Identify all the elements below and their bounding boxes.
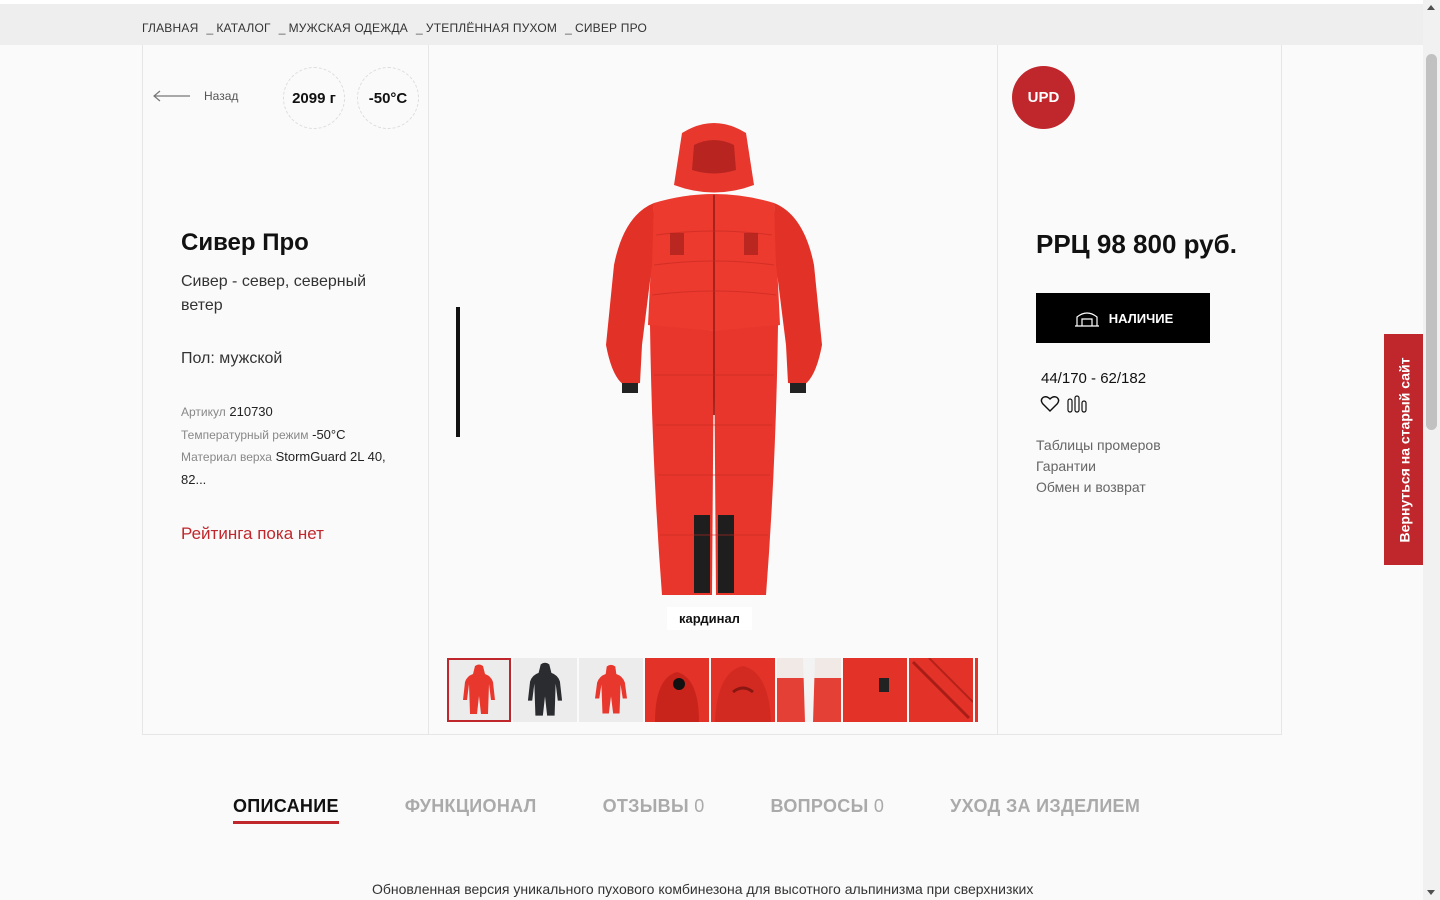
purchase-column: UPD РРЦ 98 800 руб. НАЛИЧИЕ 44/170 - 62/… — [998, 45, 1282, 734]
stock-button-label: НАЛИЧИЕ — [1108, 310, 1174, 326]
breadcrumb: ГЛАВНАЯ _ КАТАЛОГ _ МУЖСКАЯ ОДЕЖДА _ УТЕ… — [142, 21, 647, 35]
suit-front-red-icon — [463, 664, 495, 714]
product-tabs: ОПИСАНИЕ ФУНКЦИОНАЛ ОТЗЫВЫ 0 ВОПРОСЫ 0 У… — [233, 796, 1206, 824]
return-to-old-site-label: Вернуться на старый сайт — [1396, 357, 1413, 542]
color-label: кардинал — [667, 607, 752, 630]
zip-icon — [911, 658, 974, 720]
thumbnail-back-red[interactable] — [579, 658, 643, 722]
spec-material-label: Материал верха — [181, 450, 272, 464]
tab-reviews-count: 0 — [694, 796, 705, 816]
link-guarantees[interactable]: Гарантии — [1036, 456, 1161, 477]
arrow-left-icon — [153, 90, 190, 102]
thumbnail-pocket[interactable] — [843, 658, 907, 722]
weight-badge: 2099 г — [283, 67, 345, 129]
spec-article-value: 210730 — [229, 404, 273, 419]
description-text: Обновленная версия уникального пухового … — [372, 881, 1034, 897]
spec-material: Материал верха StormGuard 2L 40, 82... — [181, 446, 391, 491]
breadcrumb-separator: _ — [206, 21, 214, 35]
thumbnail-zip[interactable] — [909, 658, 974, 722]
gallery-scroll-indicator[interactable] — [456, 307, 460, 437]
product-info-column: Назад 2099 г -50°C Сивер Про Сивер - сев… — [143, 45, 429, 734]
spec-temperature-value: -50°C — [312, 426, 346, 442]
compare-icon[interactable] — [1066, 395, 1088, 413]
link-size-tables[interactable]: Таблицы промеров — [1036, 435, 1161, 456]
pocket-icon — [879, 678, 889, 692]
page-scrollbar[interactable] — [1423, 0, 1440, 900]
breadcrumb-separator: _ — [416, 21, 423, 35]
store-icon — [1074, 312, 1099, 327]
hood-closeup-icon — [715, 666, 771, 722]
thumbnail-hood-closeup[interactable] — [711, 658, 775, 722]
product-image — [606, 123, 822, 595]
info-links: Таблицы промеров Гарантии Обмен и возвра… — [1036, 435, 1161, 498]
tab-care-label: УХОД ЗА ИЗДЕЛИЕМ — [950, 796, 1141, 816]
return-to-old-site-tab[interactable]: Вернуться на старый сайт — [1384, 334, 1424, 565]
heart-icon[interactable] — [1040, 395, 1060, 413]
back-link[interactable]: Назад — [152, 89, 238, 103]
temperature-badge: -50°C — [357, 67, 419, 129]
product-gallery: кардинал — [429, 45, 998, 734]
spec-temperature: Температурный режим -50°C — [181, 424, 391, 447]
product-gender: Пол: мужской — [181, 350, 283, 367]
spec-article-label: Артикул — [181, 405, 226, 419]
thumbnail-collar[interactable] — [777, 658, 841, 722]
scroll-down-icon[interactable] — [1427, 890, 1435, 895]
upd-badge: UPD — [1012, 66, 1075, 129]
thumbnail-fabric[interactable] — [975, 658, 978, 722]
breadcrumb-home[interactable]: ГЛАВНАЯ — [142, 21, 198, 35]
tab-questions[interactable]: ВОПРОСЫ 0 — [771, 796, 885, 824]
product-specs: Артикул 210730 Температурный режим -50°C… — [181, 401, 391, 491]
breadcrumb-separator: _ — [565, 21, 572, 35]
tab-reviews-label: ОТЗЫВЫ — [602, 796, 689, 816]
tab-care[interactable]: УХОД ЗА ИЗДЕЛИЕМ — [950, 796, 1140, 824]
tab-reviews[interactable]: ОТЗЫВЫ 0 — [603, 796, 705, 824]
product-card: Назад 2099 г -50°C Сивер Про Сивер - сев… — [142, 45, 1282, 735]
tab-features-label: ФУНКЦИОНАЛ — [404, 796, 537, 816]
hood-icon — [655, 672, 699, 722]
thumbnail-front-black[interactable] — [513, 658, 577, 722]
collar-icon — [777, 658, 841, 722]
price: РРЦ 98 800 руб. — [1036, 229, 1237, 259]
thumbnail-front-red[interactable] — [447, 658, 511, 722]
thumbnail-strip — [447, 658, 978, 722]
rating-status[interactable]: Рейтинга пока нет — [181, 524, 324, 544]
breadcrumb-down-insulated[interactable]: УТЕПЛЁННАЯ ПУХОМ — [426, 21, 557, 35]
breadcrumb-current: СИВЕР ПРО — [574, 21, 648, 35]
stock-button[interactable]: НАЛИЧИЕ — [1036, 293, 1210, 343]
back-label: Назад — [204, 89, 239, 103]
tab-description[interactable]: ОПИСАНИЕ — [233, 796, 339, 824]
tab-questions-label: ВОПРОСЫ — [770, 796, 869, 816]
tab-features[interactable]: ФУНКЦИОНАЛ — [405, 796, 537, 824]
suit-front-black-icon — [527, 662, 563, 716]
thumbnail-hood[interactable] — [645, 658, 709, 722]
spec-temperature-label: Температурный режим — [181, 427, 309, 442]
product-actions — [1040, 395, 1088, 413]
tab-questions-count: 0 — [873, 796, 885, 816]
scroll-up-icon[interactable] — [1427, 5, 1435, 10]
breadcrumb-bar: ГЛАВНАЯ _ КАТАЛОГ _ МУЖСКАЯ ОДЕЖДА _ УТЕ… — [0, 0, 1440, 45]
breadcrumb-mens-clothing[interactable]: МУЖСКАЯ ОДЕЖДА — [289, 21, 408, 35]
breadcrumb-catalog[interactable]: КАТАЛОГ — [216, 21, 270, 35]
size-range: 44/170 - 62/182 — [1041, 370, 1147, 387]
breadcrumb-separator: _ — [278, 21, 286, 35]
suit-back-red-icon — [595, 664, 627, 714]
scrollbar-thumb[interactable] — [1426, 54, 1437, 430]
product-title: Сивер Про — [181, 229, 309, 256]
product-subtitle: Сивер - север, северный ветер — [181, 273, 367, 314]
tab-description-label: ОПИСАНИЕ — [233, 796, 339, 816]
spec-article: Артикул 210730 — [181, 401, 391, 424]
link-exchange-return[interactable]: Обмен и возврат — [1036, 477, 1161, 498]
